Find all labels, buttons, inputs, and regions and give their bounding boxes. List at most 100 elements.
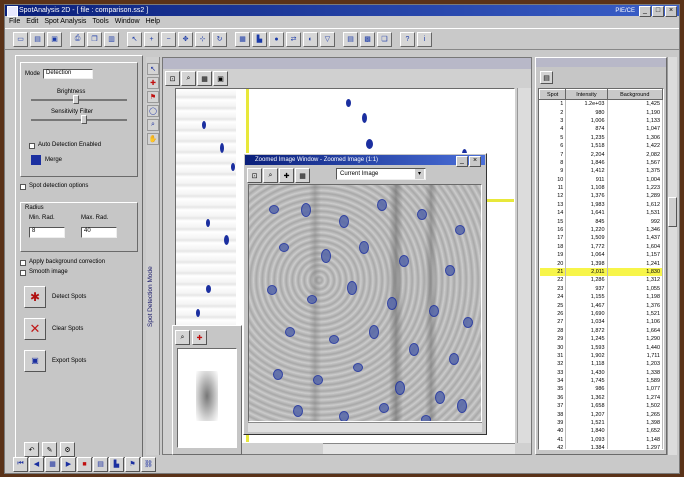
grid-icon[interactable]: ▦ xyxy=(235,31,250,47)
table-row[interactable]: 2 980 1,190 xyxy=(539,108,663,117)
image-source-dropdown[interactable]: Current Image ▾ xyxy=(336,168,426,180)
navigator-zoom-icon[interactable]: ⌕ xyxy=(175,330,190,345)
table-row[interactable]: 3 1,006 1,133 xyxy=(539,116,663,126)
info-icon[interactable]: i xyxy=(417,31,432,47)
brightness-thumb[interactable] xyxy=(73,95,79,104)
menu-window[interactable]: Window xyxy=(115,16,140,27)
table-row[interactable]: 34 1,745 1,589 xyxy=(539,376,663,386)
tile-icon[interactable]: ▩ xyxy=(360,31,375,47)
table-row[interactable]: 36 1,362 1,274 xyxy=(539,393,663,403)
compare-icon[interactable]: ⇄ xyxy=(286,31,301,47)
hand-tool-icon[interactable]: ✋ xyxy=(147,133,159,145)
spot-options-checkbox[interactable] xyxy=(20,184,26,190)
max-radius-input[interactable]: 40 xyxy=(81,227,117,238)
table-row[interactable]: 30 1,593 1,440 xyxy=(539,343,663,352)
detected-spot[interactable] xyxy=(339,215,349,228)
copy-icon[interactable]: ❐ xyxy=(87,31,102,47)
detected-spot[interactable] xyxy=(269,205,279,214)
bg-correction-checkbox[interactable] xyxy=(20,260,26,266)
table-row[interactable]: 27 1,034 1,106 xyxy=(539,318,663,327)
table-row[interactable]: 1 1.2e+03 1,425 xyxy=(539,99,663,109)
detect-spots-button[interactable]: ✱ xyxy=(24,286,46,308)
table-row[interactable]: 21 2,011 1,830 xyxy=(539,267,663,277)
table-row[interactable]: 17 1,509 1,437 xyxy=(539,234,663,243)
table-row[interactable]: 28 1,872 1,664 xyxy=(539,326,663,335)
detected-spot[interactable] xyxy=(409,343,419,356)
detected-spot[interactable] xyxy=(307,295,317,304)
chart-icon[interactable]: ▙ xyxy=(252,31,267,47)
zoom-out-icon[interactable]: − xyxy=(161,31,176,47)
detected-spot[interactable] xyxy=(379,403,389,413)
smooth-checkbox[interactable] xyxy=(20,270,26,276)
cascade-icon[interactable]: ❏ xyxy=(377,31,392,47)
table-row[interactable]: 37 1,658 1,502 xyxy=(539,402,663,411)
table-row[interactable]: 13 1,983 1,612 xyxy=(539,200,663,210)
table-row[interactable]: 22 1,286 1,312 xyxy=(539,276,663,285)
detected-spot[interactable] xyxy=(457,399,467,413)
zoomed-layer-icon[interactable]: ▦ xyxy=(295,168,310,183)
zoomed-minimize-button[interactable]: _ xyxy=(456,156,468,167)
zoomed-close-button[interactable]: × xyxy=(469,156,481,167)
table-row[interactable]: 41 1,093 1,148 xyxy=(539,435,663,445)
export-spots-button[interactable]: ▣ xyxy=(24,350,46,372)
chevron-down-icon[interactable]: ▾ xyxy=(415,169,424,179)
detected-spot[interactable] xyxy=(369,325,379,339)
main-horizontal-ruler[interactable] xyxy=(323,443,515,454)
table-row[interactable]: 26 1,690 1,521 xyxy=(539,309,663,319)
grid-view-icon[interactable]: ▦ xyxy=(45,456,60,472)
detected-spot[interactable] xyxy=(339,411,349,421)
new-icon[interactable]: ▭ xyxy=(13,31,28,47)
mode-select[interactable]: Detection xyxy=(43,69,93,79)
settings-icon[interactable]: ⚙ xyxy=(60,442,75,457)
measure-icon[interactable]: ⊹ xyxy=(195,31,210,47)
color-icon[interactable]: ◐ xyxy=(303,31,318,47)
detected-spot[interactable] xyxy=(321,249,331,263)
detected-spot[interactable] xyxy=(285,327,295,337)
clear-spots-button[interactable]: ✕ xyxy=(24,318,46,340)
detected-spot[interactable] xyxy=(429,305,439,317)
lasso-tool-icon[interactable]: ◯ xyxy=(147,105,159,117)
auto-detection-checkbox[interactable] xyxy=(29,143,35,149)
col-background-header[interactable]: Background xyxy=(606,89,663,100)
view-icon[interactable]: ▣ xyxy=(213,71,228,86)
menu-help[interactable]: Help xyxy=(146,16,160,27)
link-icon[interactable]: ⛓ xyxy=(141,456,156,472)
zoom-in-icon[interactable]: + xyxy=(144,31,159,47)
select-icon[interactable]: ↖ xyxy=(127,31,142,47)
col-intensity-header[interactable]: Intensity xyxy=(565,89,608,100)
table-row[interactable]: 15 845 992 xyxy=(539,217,663,226)
detected-spot[interactable] xyxy=(387,297,397,310)
layout-icon[interactable]: ▤ xyxy=(343,31,358,47)
zoom-icon[interactable]: ⌕ xyxy=(181,71,196,86)
print-icon[interactable]: ⎙ xyxy=(70,31,85,47)
spots-icon[interactable]: ● xyxy=(269,31,284,47)
detected-spot[interactable] xyxy=(301,203,311,217)
table-row[interactable]: 33 1,430 1,338 xyxy=(539,368,663,377)
undo-icon[interactable]: ↶ xyxy=(24,442,39,457)
table-export-icon[interactable]: ▤ xyxy=(540,71,553,84)
table-row[interactable]: 16 1,220 1,346 xyxy=(539,225,663,235)
detected-spot[interactable] xyxy=(399,255,409,267)
table-row[interactable]: 24 1,155 1,198 xyxy=(539,292,663,302)
brightness-slider[interactable] xyxy=(31,99,127,101)
detected-spot[interactable] xyxy=(353,363,363,372)
detected-spot[interactable] xyxy=(417,209,427,220)
detected-spot[interactable] xyxy=(347,281,357,295)
navigator-marker-icon[interactable]: ✚ xyxy=(192,330,207,345)
table-vertical-scrollbar[interactable] xyxy=(667,57,677,455)
prev-icon[interactable]: ◀ xyxy=(29,456,44,472)
table-row[interactable]: 42 1,384 1,297 xyxy=(539,444,663,449)
detected-spot[interactable] xyxy=(377,199,387,211)
flag-icon[interactable]: ⚑ xyxy=(125,456,140,472)
stop-icon[interactable]: ■ xyxy=(77,456,92,472)
detected-spot[interactable] xyxy=(445,265,455,276)
table-row[interactable]: 7 2,204 2,082 xyxy=(539,150,663,159)
overlay-icon[interactable]: ▦ xyxy=(197,71,212,86)
detected-spot[interactable] xyxy=(279,243,289,252)
detected-spot[interactable] xyxy=(293,405,303,417)
merge-icon[interactable] xyxy=(31,155,41,165)
spot-detection-mode-tab[interactable]: Spot Detection Mode xyxy=(147,157,159,437)
help-icon[interactable]: ? xyxy=(400,31,415,47)
table-row[interactable]: 23 937 1,055 xyxy=(539,284,663,293)
table-row[interactable]: 11 1,108 1,223 xyxy=(539,183,663,193)
